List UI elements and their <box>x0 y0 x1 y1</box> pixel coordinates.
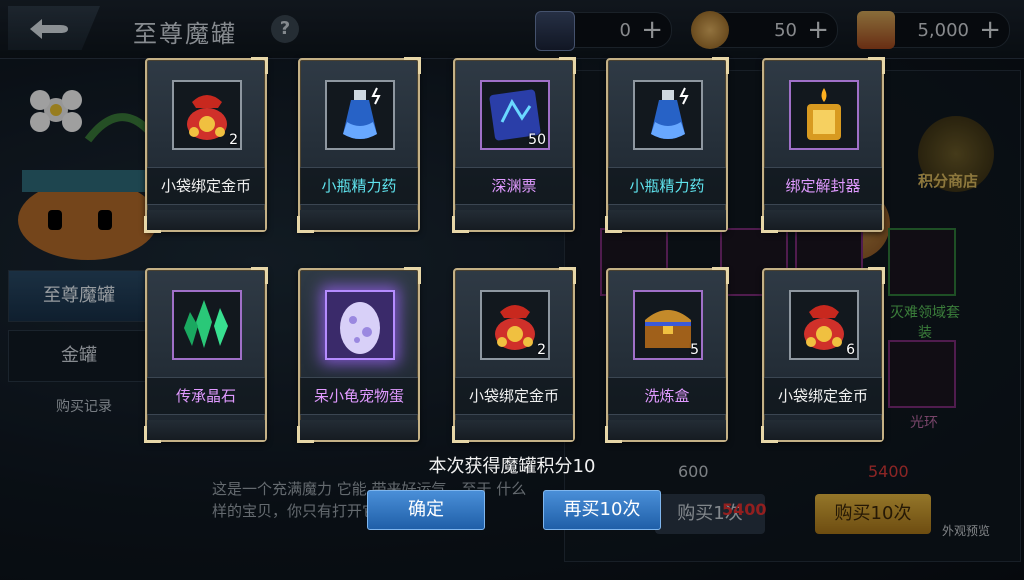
item-count: 5 <box>690 342 699 358</box>
item-name: 小瓶精力药 <box>300 167 418 205</box>
item-count: 6 <box>846 342 855 358</box>
card-footer <box>147 420 265 440</box>
blue-potion-icon <box>327 87 393 152</box>
item-count: 2 <box>537 342 546 358</box>
blue-potion-icon <box>635 87 701 152</box>
item-frame <box>789 80 859 150</box>
item-frame: 50 <box>480 80 550 150</box>
card-footer <box>764 420 882 440</box>
reward-card[interactable]: 2 小袋绑定金币 <box>452 267 576 443</box>
candle-lantern-icon <box>791 88 857 152</box>
item-frame: 2 <box>480 290 550 360</box>
result-message: 本次获得魔罐积分10 <box>428 456 596 477</box>
reward-card[interactable]: 6 小袋绑定金币 <box>761 267 885 443</box>
card-corner <box>712 267 729 284</box>
reward-card[interactable]: 50 深渊票 <box>452 57 576 233</box>
card-corner <box>868 267 885 284</box>
item-frame: 5 <box>633 290 703 360</box>
card-corner <box>868 57 885 74</box>
card-footer <box>608 210 726 230</box>
item-name: 小袋绑定金币 <box>455 377 573 415</box>
card-corner <box>251 267 268 284</box>
card-corner <box>404 57 421 74</box>
reward-card[interactable]: 绑定解封器 <box>761 57 885 233</box>
item-count: 50 <box>528 132 546 148</box>
item-name: 洗炼盒 <box>608 377 726 415</box>
reward-card[interactable]: 小瓶精力药 <box>297 57 421 233</box>
item-count: 2 <box>229 132 238 148</box>
reward-card[interactable]: 呆小龟宠物蛋 <box>297 267 421 443</box>
reward-card[interactable]: 小瓶精力药 <box>605 57 729 233</box>
card-footer <box>300 420 418 440</box>
card-footer <box>455 210 573 230</box>
reward-card[interactable]: 传承晶石 <box>144 267 268 443</box>
reward-card[interactable]: 5 洗炼盒 <box>605 267 729 443</box>
item-name: 呆小龟宠物蛋 <box>300 377 418 415</box>
item-frame <box>325 290 395 360</box>
item-name: 小袋绑定金币 <box>147 167 265 205</box>
pet-egg-icon <box>327 302 393 362</box>
card-corner <box>251 57 268 74</box>
item-name: 传承晶石 <box>147 377 265 415</box>
card-footer <box>147 210 265 230</box>
card-footer <box>455 420 573 440</box>
card-footer <box>300 210 418 230</box>
card-corner <box>559 267 576 284</box>
item-frame <box>325 80 395 150</box>
item-frame <box>633 80 703 150</box>
reward-card[interactable]: 2 小袋绑定金币 <box>144 57 268 233</box>
item-frame <box>172 290 242 360</box>
item-name: 绑定解封器 <box>764 167 882 205</box>
card-corner <box>404 267 421 284</box>
card-corner <box>712 57 729 74</box>
green-crystal-icon <box>174 300 240 362</box>
card-footer <box>608 420 726 440</box>
card-footer <box>764 210 882 230</box>
buy-again-button[interactable]: 再买10次 <box>543 490 661 530</box>
item-name: 深渊票 <box>455 167 573 205</box>
item-name: 小瓶精力药 <box>608 167 726 205</box>
confirm-button[interactable]: 确定 <box>367 490 485 530</box>
card-corner <box>559 57 576 74</box>
item-name: 小袋绑定金币 <box>764 377 882 415</box>
item-frame: 2 <box>172 80 242 150</box>
item-frame: 6 <box>789 290 859 360</box>
